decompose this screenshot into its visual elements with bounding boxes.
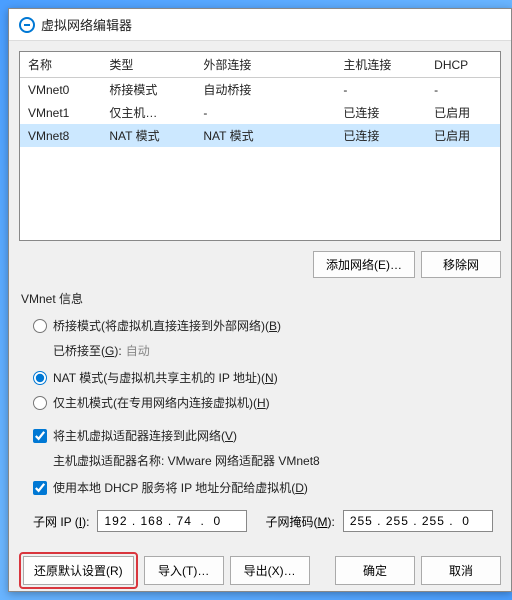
bridge-label: 桥接模式(将虚拟机直接连接到外部网络)(B) (53, 317, 281, 334)
dhcp-option[interactable]: 使用本地 DHCP 服务将 IP 地址分配给虚拟机(D) (33, 479, 501, 496)
remove-network-button[interactable]: 移除网 (421, 251, 501, 278)
col-host[interactable]: 主机连接 (335, 52, 426, 78)
bottom-bar: 还原默认设置(R) 导入(T)… 导出(X)… 确定 取消 (9, 542, 511, 599)
table-row[interactable]: VMnet0 桥接模式 自动桥接 - - (20, 78, 500, 102)
subnet-mask-label: 子网掩码(M): (265, 513, 334, 530)
network-icon (19, 17, 35, 33)
subnet-ip-input[interactable] (97, 510, 247, 532)
host-adapter-label: 将主机虚拟适配器连接到此网络(V) (53, 427, 237, 444)
dhcp-label: 使用本地 DHCP 服务将 IP 地址分配给虚拟机(D) (53, 479, 308, 496)
window: 虚拟网络编辑器 名称 类型 外部连接 主机连接 DHCP VMnet0 桥 (8, 8, 512, 592)
hostonly-label: 仅主机模式(在专用网络内连接虚拟机)(H) (53, 394, 270, 411)
export-button[interactable]: 导出(X)… (230, 556, 310, 585)
nat-radio[interactable] (33, 371, 47, 385)
col-name[interactable]: 名称 (20, 52, 101, 78)
table-row[interactable]: VMnet8 NAT 模式 NAT 模式 已连接 已启用 (20, 124, 500, 147)
host-adapter-info-row: 主机虚拟适配器名称: VMware 网络适配器 VMnet8 (53, 452, 501, 469)
dhcp-checkbox[interactable] (33, 481, 47, 495)
ok-button[interactable]: 确定 (335, 556, 415, 585)
add-network-button[interactable]: 添加网络(E)… (313, 251, 415, 278)
hostonly-mode-option[interactable]: 仅主机模式(在专用网络内连接虚拟机)(H) (33, 394, 501, 411)
restore-highlight: 还原默认设置(R) (19, 552, 138, 589)
table-button-row: 添加网络(E)… 移除网 (19, 251, 501, 278)
window-title: 虚拟网络编辑器 (41, 15, 132, 34)
import-button[interactable]: 导入(T)… (144, 556, 224, 585)
hostonly-radio[interactable] (33, 396, 47, 410)
nat-mode-option[interactable]: NAT 模式(与虚拟机共享主机的 IP 地址)(N) (33, 369, 501, 386)
bridge-to-row: 已桥接至(G): 自动 (53, 342, 501, 359)
host-adapter-checkbox[interactable] (33, 429, 47, 443)
col-ext[interactable]: 外部连接 (195, 52, 335, 78)
table-header-row: 名称 类型 外部连接 主机连接 DHCP (20, 52, 500, 78)
nat-label: NAT 模式(与虚拟机共享主机的 IP 地址)(N) (53, 369, 278, 386)
subnet-mask-input[interactable] (343, 510, 493, 532)
vmnet-info-title: VMnet 信息 (21, 290, 501, 307)
network-table[interactable]: 名称 类型 外部连接 主机连接 DHCP VMnet0 桥接模式 自动桥接 - … (19, 51, 501, 241)
bridge-to-value: 自动 (126, 342, 150, 359)
bridge-radio[interactable] (33, 319, 47, 333)
bridge-mode-option[interactable]: 桥接模式(将虚拟机直接连接到外部网络)(B) (33, 317, 501, 334)
ip-row: 子网 IP (I): 子网掩码(M): (33, 510, 501, 532)
bridge-to-label: 已桥接至(G): (53, 342, 122, 359)
titlebar: 虚拟网络编辑器 (9, 9, 511, 41)
cancel-button[interactable]: 取消 (421, 556, 501, 585)
host-adapter-option[interactable]: 将主机虚拟适配器连接到此网络(V) (33, 427, 501, 444)
table-row[interactable]: VMnet1 仅主机… - 已连接 已启用 (20, 101, 500, 124)
host-adapter-info: 主机虚拟适配器名称: VMware 网络适配器 VMnet8 (53, 452, 320, 469)
content-area: 名称 类型 外部连接 主机连接 DHCP VMnet0 桥接模式 自动桥接 - … (9, 41, 511, 542)
subnet-ip-label: 子网 IP (I): (33, 513, 89, 530)
restore-defaults-button[interactable]: 还原默认设置(R) (23, 556, 134, 585)
col-type[interactable]: 类型 (101, 52, 195, 78)
col-dhcp[interactable]: DHCP (426, 52, 500, 78)
